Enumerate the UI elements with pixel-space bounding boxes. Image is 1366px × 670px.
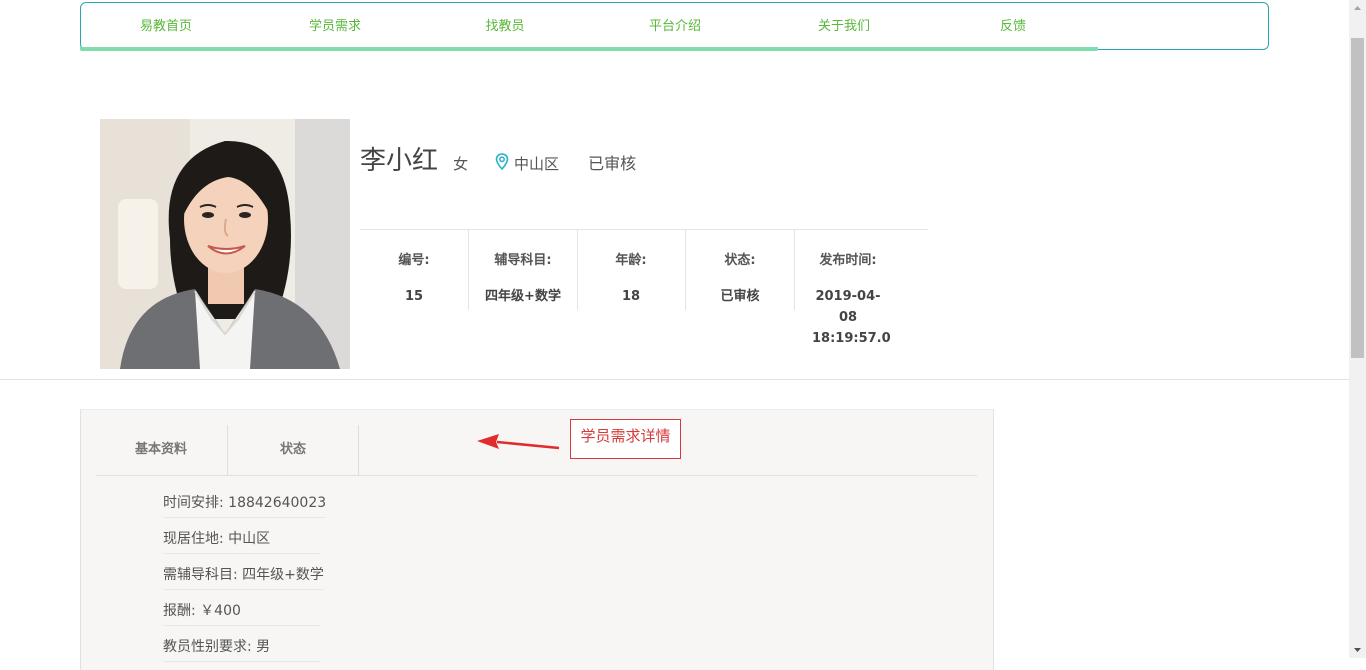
field-schedule: 时间安排: 18842640023 xyxy=(163,492,327,518)
annotation-callout: 学员需求详情 xyxy=(570,419,681,459)
info-id: 编号: 15 xyxy=(360,230,468,310)
tab-basic-info[interactable]: 基本资料 xyxy=(96,425,226,475)
field-pay: 报酬: ￥400 xyxy=(163,600,320,626)
tab-separator xyxy=(358,425,359,475)
info-id-label: 编号: xyxy=(398,253,430,268)
scrollbar-thumb[interactable] xyxy=(1351,38,1364,358)
nav-active-underline xyxy=(80,47,1098,51)
field-residence: 现居住地: 中山区 xyxy=(163,528,320,554)
student-location: 中山区 xyxy=(514,155,560,173)
tab-status[interactable]: 状态 xyxy=(228,425,358,475)
student-name: 李小红 xyxy=(360,146,439,176)
info-status-value: 已审核 xyxy=(720,289,760,304)
nav-item-feedback[interactable]: 反馈 xyxy=(1000,15,1026,34)
nav-item-student-needs[interactable]: 学员需求 xyxy=(309,15,361,34)
info-age: 年龄: 18 xyxy=(577,230,685,310)
nav-item-find-tutor[interactable]: 找教员 xyxy=(485,15,524,34)
field-subject: 需辅导科目: 四年级+数学 xyxy=(163,564,324,590)
info-subject-value: 四年级+数学 xyxy=(485,289,561,304)
info-publish-time: 发布时间: 2019-04-08 18:19:57.0 xyxy=(794,230,902,346)
section-divider xyxy=(0,379,1349,380)
info-subject-label: 辅导科目: xyxy=(494,253,552,268)
info-publish-time-label: 发布时间: xyxy=(819,253,877,268)
profile-header: 李小红 女 中山区 已审核 xyxy=(360,140,636,180)
info-age-value: 18 xyxy=(621,289,641,304)
location-group: 中山区 xyxy=(495,153,559,174)
review-status: 已审核 xyxy=(588,154,637,173)
info-id-value: 15 xyxy=(404,289,424,304)
scroll-down-icon[interactable] xyxy=(1349,641,1366,658)
info-status: 状态: 已审核 xyxy=(686,230,794,310)
field-tutor-gender: 教员性别要求: 男 xyxy=(163,636,320,662)
profile-photo xyxy=(100,119,350,369)
info-status-label: 状态: xyxy=(724,253,756,268)
nav-item-platform-intro[interactable]: 平台介绍 xyxy=(649,15,701,34)
annotation-arrow-icon xyxy=(477,434,560,450)
scroll-up-icon[interactable] xyxy=(1349,0,1366,17)
info-age-label: 年龄: xyxy=(615,253,647,268)
info-subject: 辅导科目: 四年级+数学 xyxy=(469,230,577,310)
portrait-illustration xyxy=(100,119,350,369)
info-publish-time-value: 2019-04-08 18:19:57.0 xyxy=(812,289,891,346)
nav-item-home[interactable]: 易教首页 xyxy=(140,15,192,34)
tab-bar-line xyxy=(96,475,977,476)
location-pin-icon xyxy=(495,153,509,171)
nav-item-about-us[interactable]: 关于我们 xyxy=(818,15,870,34)
student-gender: 女 xyxy=(453,155,469,173)
